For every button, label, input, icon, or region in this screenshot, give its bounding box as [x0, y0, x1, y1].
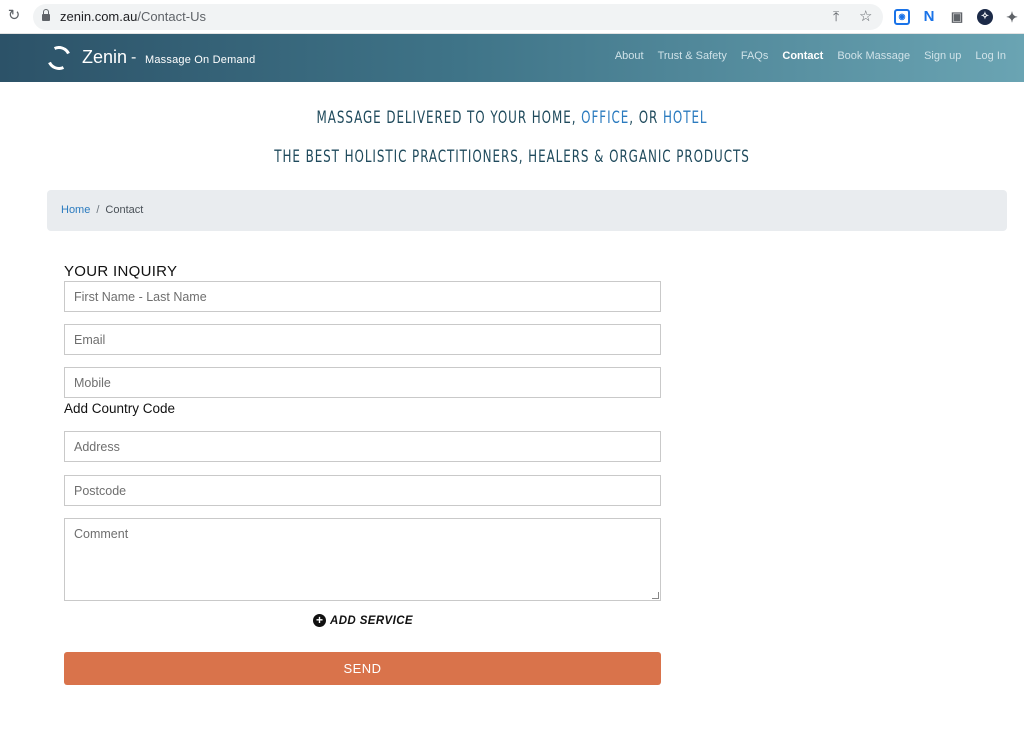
nav-about[interactable]: About: [615, 50, 644, 62]
nav-sign-up[interactable]: Sign up: [924, 50, 961, 62]
resize-handle-icon[interactable]: [652, 592, 659, 599]
breadcrumb-items: Home / Contact: [61, 204, 143, 216]
breadcrumb-separator: /: [96, 204, 100, 216]
nav-trust-safety[interactable]: Trust & Safety: [658, 50, 727, 62]
share-icon[interactable]: ⤒: [833, 8, 839, 25]
hero-line-1-part-a: Massage delivered to your home,: [316, 108, 582, 128]
hero-line-1-part-c: , or: [629, 108, 663, 128]
url-host: zenin.com.au: [60, 9, 138, 24]
name-input[interactable]: First Name - Last Name: [64, 281, 661, 312]
url-text[interactable]: zenin.com.au/Contact-Us: [60, 9, 206, 24]
reload-icon[interactable]: ↻: [6, 8, 22, 24]
add-country-code-label[interactable]: Add Country Code: [64, 401, 175, 416]
comment-textarea[interactable]: Comment: [64, 518, 661, 601]
brand-dash: -: [131, 49, 137, 66]
address-input[interactable]: Address: [64, 431, 661, 462]
brand-tagline: Massage On Demand: [145, 54, 256, 66]
url-path: /Contact-Us: [137, 9, 206, 24]
postcode-input[interactable]: Postcode: [64, 475, 661, 506]
send-button[interactable]: SEND: [64, 652, 661, 685]
breadcrumb: Home / Contact: [47, 190, 1007, 231]
bolt-extension-icon[interactable]: ✧: [977, 9, 993, 25]
camera-extension-icon[interactable]: ▣: [949, 9, 965, 25]
postcode-placeholder: Postcode: [74, 484, 127, 498]
form-title: YOUR INQUIRY: [64, 263, 178, 280]
nav-book-massage[interactable]: Book Massage: [837, 50, 910, 62]
plus-circle-icon[interactable]: +: [313, 614, 326, 627]
address-bar[interactable]: zenin.com.au/Contact-Us ⤒ ☆: [33, 4, 883, 30]
mobile-input[interactable]: Mobile: [64, 367, 661, 398]
logo-icon[interactable]: [43, 42, 75, 74]
email-input[interactable]: Email: [64, 324, 661, 355]
hero-hotel: hotel: [662, 108, 708, 128]
nav-log-in[interactable]: Log In: [975, 50, 1006, 62]
add-service-label[interactable]: ADD SERVICE: [330, 615, 413, 627]
hero-office: office: [581, 108, 630, 128]
mobile-placeholder: Mobile: [74, 376, 111, 390]
main-nav: About Trust & Safety FAQs Contact Book M…: [615, 50, 1006, 62]
hero-line-1: Massage delivered to your home, office, …: [113, 108, 912, 128]
n-extension-icon[interactable]: N: [921, 9, 937, 25]
email-placeholder: Email: [74, 333, 106, 347]
breadcrumb-home-link[interactable]: Home: [61, 204, 90, 216]
site-header: Zenin - Massage On Demand About Trust & …: [0, 34, 1024, 82]
name-placeholder: First Name - Last Name: [74, 290, 207, 304]
screen-capture-extension-icon[interactable]: ◉: [894, 9, 910, 25]
address-placeholder: Address: [74, 440, 120, 454]
browser-toolbar: ↻ zenin.com.au/Contact-Us ⤒ ☆ ◉ N ▣ ✧ ✦: [0, 0, 1024, 34]
add-service-button[interactable]: + ADD SERVICE: [313, 614, 413, 627]
nav-faqs[interactable]: FAQs: [741, 50, 769, 62]
brand-name[interactable]: Zenin: [82, 47, 127, 68]
breadcrumb-current: Contact: [105, 204, 144, 216]
comment-placeholder: Comment: [74, 527, 129, 541]
hero-line-2: The best holistic practitioners, healers…: [274, 147, 750, 167]
lock-icon[interactable]: [42, 9, 50, 22]
bookmark-star-icon[interactable]: ☆: [859, 7, 872, 25]
nav-contact[interactable]: Contact: [782, 50, 823, 62]
puzzle-extensions-icon[interactable]: ✦: [1004, 9, 1020, 25]
